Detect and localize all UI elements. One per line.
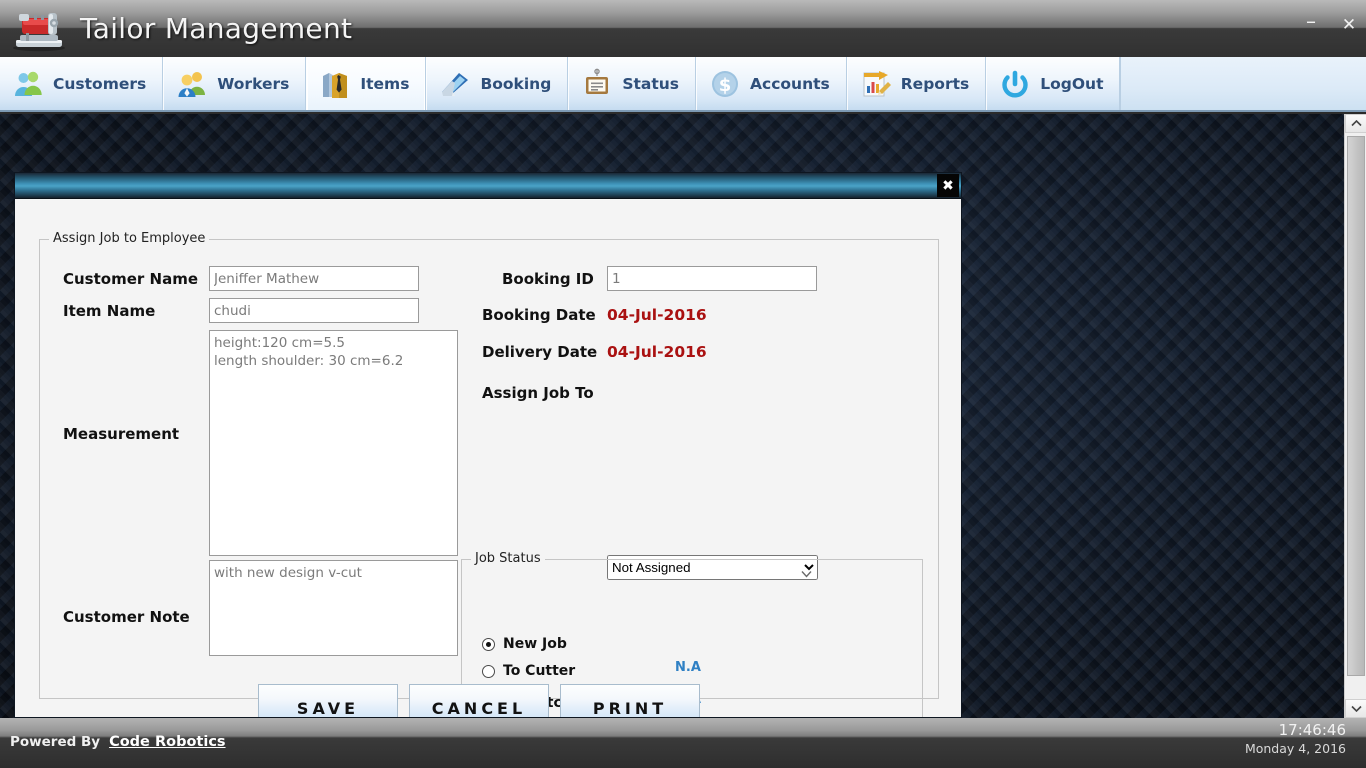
assign-job-group-legend: Assign Job to Employee: [49, 231, 210, 246]
cancel-button[interactable]: CANCEL: [409, 684, 549, 717]
clock-date: Monday 4, 2016: [1244, 741, 1346, 756]
dialog-titlebar: ✖: [15, 173, 961, 199]
sewing-machine-icon: [8, 4, 70, 52]
nav-label: Customers: [53, 74, 147, 93]
item-name-input[interactable]: [209, 298, 419, 323]
customer-name-label: Customer Name: [63, 270, 198, 288]
assign-job-dialog: ✖ Assign Job to Employee Customer Name I…: [14, 172, 962, 718]
radio-label: To Cutter: [503, 663, 576, 679]
main-navigation-bar: Customers Workers Items Booking Status $…: [0, 57, 1366, 112]
svg-text:$: $: [719, 75, 732, 96]
nav-item-workers[interactable]: Workers: [163, 57, 307, 110]
booking-date-label: Booking Date: [482, 306, 596, 324]
minimize-button[interactable]: –: [1300, 11, 1322, 36]
window-titlebar: Tailor Management – ✕: [0, 0, 1366, 57]
customer-note-textarea[interactable]: with new design v-cut: [209, 560, 458, 656]
status-note-to-cutter: N.A: [675, 660, 701, 675]
nav-item-reports[interactable]: Reports: [846, 57, 987, 110]
status-clipboard-icon: [581, 68, 613, 100]
delivery-date-label: Delivery Date: [482, 343, 598, 361]
assign-job-to-label: Assign Job To: [482, 384, 594, 402]
chevron-up-icon: [1350, 120, 1362, 127]
customer-note-label: Customer Note: [63, 608, 190, 626]
powered-by-label: Powered By: [10, 734, 101, 750]
measurement-label: Measurement: [63, 425, 180, 443]
radio-indicator: [482, 664, 495, 678]
nav-item-customers[interactable]: Customers: [0, 57, 164, 110]
print-button[interactable]: PRINT: [560, 684, 700, 717]
radio-indicator: [482, 637, 495, 651]
measurement-textarea[interactable]: height:120 cm=5.5 length shoulder: 30 cm…: [209, 330, 458, 556]
nav-item-booking[interactable]: Booking: [426, 57, 569, 110]
status-footer: Powered By Code Robotics 17:46:46 Monday…: [0, 718, 1366, 768]
radio-new-job[interactable]: New Job: [482, 636, 567, 652]
dialog-action-buttons: SAVE CANCEL PRINT: [258, 684, 700, 717]
nav-item-logout[interactable]: LogOut: [986, 57, 1121, 110]
delivery-date-value: 04-Jul-2016: [607, 343, 707, 361]
nav-item-items[interactable]: Items: [306, 57, 427, 110]
workers-people-icon: [176, 68, 208, 100]
booking-id-label: Booking ID: [502, 270, 594, 288]
reports-chart-icon: [860, 68, 892, 100]
vertical-scrollbar[interactable]: [1344, 114, 1366, 718]
radio-label: New Job: [503, 636, 567, 652]
booking-id-input[interactable]: [607, 266, 817, 291]
nav-item-status[interactable]: Status: [568, 57, 697, 110]
app-title: Tailor Management: [80, 12, 353, 45]
dialog-body: Assign Job to Employee Customer Name Ite…: [15, 199, 961, 717]
nav-item-accounts[interactable]: $ Accounts: [696, 57, 847, 110]
booking-book-icon: [439, 68, 471, 100]
application-window: Tailor Management – ✕ Customers Workers …: [0, 0, 1366, 768]
close-window-button[interactable]: ✕: [1338, 14, 1360, 36]
customer-name-input[interactable]: [209, 266, 419, 291]
items-clothing-icon: [319, 68, 351, 100]
clock-time: 17:46:46: [1278, 721, 1346, 739]
chevron-down-icon: [1350, 705, 1362, 712]
nav-filler: [1120, 57, 1366, 110]
nav-label: Accounts: [750, 74, 830, 93]
scrollbar-thumb[interactable]: [1347, 136, 1365, 676]
booking-date-value: 04-Jul-2016: [607, 306, 707, 324]
save-button[interactable]: SAVE: [258, 684, 398, 717]
radio-to-cutter[interactable]: To Cutter: [482, 663, 575, 679]
window-controls: – ✕: [1300, 11, 1360, 36]
nav-label: LogOut: [1040, 74, 1104, 93]
scroll-down-button[interactable]: [1345, 699, 1366, 718]
nav-label: Status: [622, 74, 680, 93]
scroll-up-button[interactable]: [1345, 114, 1366, 133]
dialog-close-button[interactable]: ✖: [937, 174, 959, 197]
accounts-dollar-icon: $: [709, 68, 741, 100]
job-status-group-legend: Job Status: [471, 551, 545, 566]
clock-block: 17:46:46 Monday 4, 2016: [1245, 720, 1346, 757]
nav-label: Reports: [900, 74, 970, 93]
item-name-label: Item Name: [63, 302, 156, 320]
nav-label: Workers: [217, 74, 290, 93]
nav-label: Booking: [480, 74, 552, 93]
nav-label: Items: [360, 74, 410, 93]
brand-link[interactable]: Code Robotics: [109, 734, 225, 750]
powered-by-block: Powered By Code Robotics: [10, 734, 226, 750]
customers-people-icon: [12, 68, 44, 100]
power-logout-icon: [999, 68, 1031, 100]
